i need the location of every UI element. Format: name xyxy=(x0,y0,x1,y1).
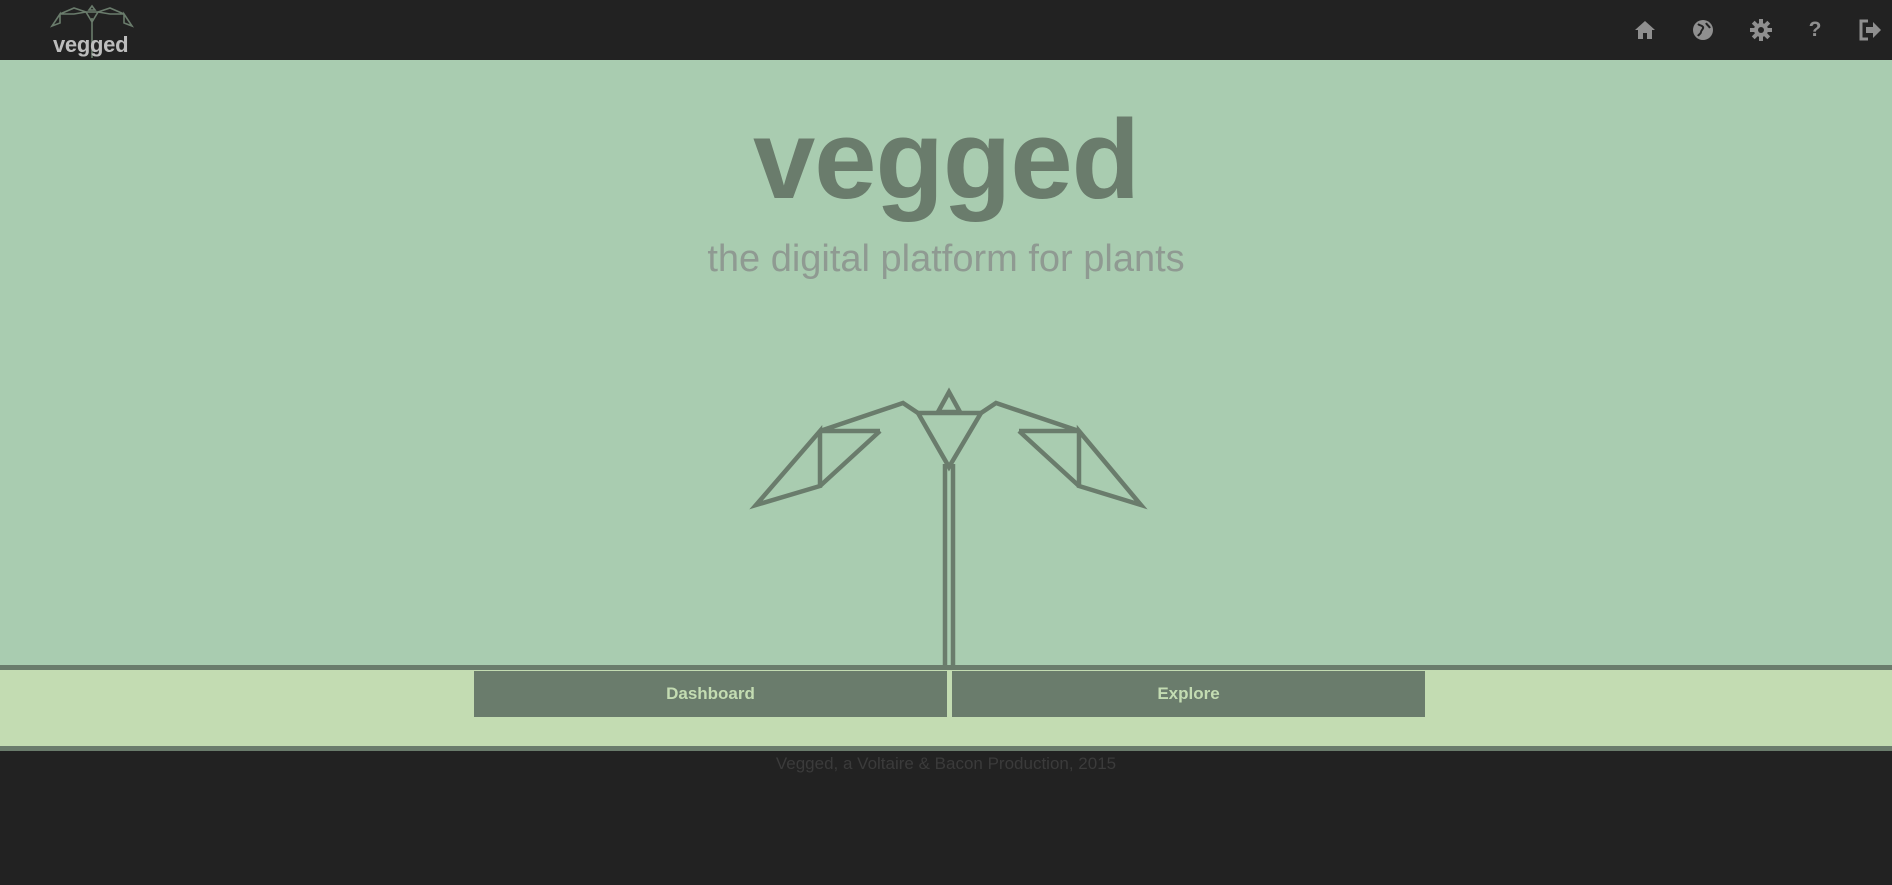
action-band: Dashboard Explore xyxy=(0,665,1892,751)
explore-button[interactable]: Explore xyxy=(952,671,1425,717)
dashboard-button[interactable]: Dashboard xyxy=(474,671,947,717)
logout-icon[interactable] xyxy=(1857,17,1883,43)
help-icon[interactable]: ? xyxy=(1802,17,1828,43)
globe-icon[interactable] xyxy=(1690,17,1716,43)
plant-illustration-icon xyxy=(749,387,1148,665)
hero-section: vegged the digital platform for plants xyxy=(0,60,1892,665)
footer-credit: Vegged, a Voltaire & Bacon Production, 2… xyxy=(775,754,1117,773)
footer: Vegged, a Voltaire & Bacon Production, 2… xyxy=(0,751,1892,885)
brand-logo-link[interactable]: vegged xyxy=(46,4,140,58)
gear-icon[interactable] xyxy=(1748,17,1774,43)
top-navbar: vegged ? xyxy=(0,0,1892,60)
home-icon[interactable] xyxy=(1632,17,1658,43)
brand-name: vegged xyxy=(53,32,129,57)
